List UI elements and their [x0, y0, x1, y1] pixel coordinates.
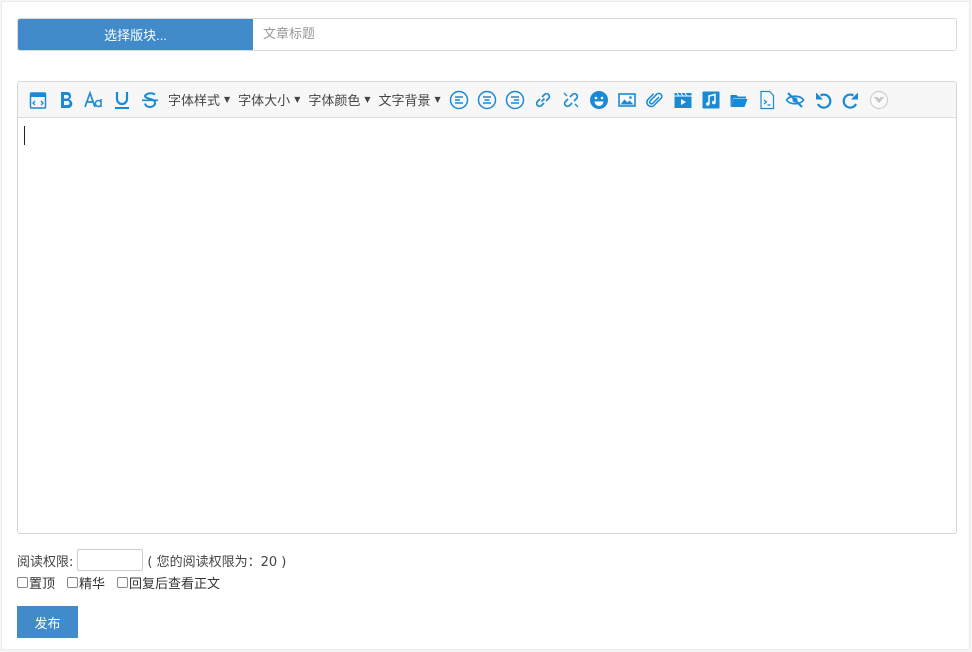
attachment-icon[interactable]	[641, 86, 669, 114]
text-background-dropdown[interactable]: 文字背景 ▼	[375, 86, 445, 114]
sticky-label: 置顶	[29, 576, 56, 592]
underline-icon[interactable]	[108, 86, 136, 114]
align-right-icon[interactable]	[501, 86, 529, 114]
align-center-icon[interactable]	[473, 86, 501, 114]
article-title-input[interactable]	[253, 19, 956, 50]
font-style-label: 字体样式	[168, 94, 221, 109]
redo-icon[interactable]	[837, 86, 865, 114]
hide-content-icon[interactable]	[781, 86, 809, 114]
read-permission-input[interactable]	[77, 549, 144, 571]
font-style-dropdown[interactable]: 字体样式 ▼	[164, 86, 234, 114]
reply-to-view-label: 回复后查看正文	[129, 576, 221, 592]
text-cursor	[24, 126, 25, 145]
page: 选择版块... 字体样式▼ 字体	[1, 1, 970, 650]
font-color-dropdown[interactable]: 字体颜色 ▼	[304, 86, 374, 114]
align-left-icon[interactable]	[445, 86, 473, 114]
fullscreen-icon[interactable]	[865, 86, 893, 114]
insert-image-icon[interactable]	[613, 86, 641, 114]
code-file-icon[interactable]	[753, 86, 781, 114]
text-background-label: 文字背景	[378, 94, 431, 109]
sticky-checkbox[interactable]	[17, 576, 28, 588]
unlink-icon[interactable]	[557, 86, 585, 114]
emoticon-icon[interactable]	[585, 86, 613, 114]
chevron-down-icon: ▼	[224, 95, 231, 104]
editor-content-area[interactable]	[18, 119, 956, 533]
font-size-label: 字体大小	[238, 94, 291, 109]
insert-music-icon[interactable]	[697, 86, 725, 114]
read-permission-label: 阅读权限:	[17, 554, 74, 570]
post-options: 置顶 精华 回复后查看正文	[17, 573, 232, 592]
folder-icon[interactable]	[725, 86, 753, 114]
reply-to-view-checkbox[interactable]	[117, 576, 129, 588]
chevron-down-icon: ▼	[364, 95, 371, 104]
rich-text-editor: 字体样式 ▼ 字体大小 ▼ 字体颜色 ▼ 文字背景 ▼	[17, 81, 957, 534]
featured-checkbox[interactable]	[67, 576, 79, 588]
strikethrough-icon[interactable]	[136, 86, 164, 114]
select-section-button[interactable]: 选择版块...	[18, 19, 253, 50]
featured-label: 精华	[79, 576, 106, 592]
bold-icon[interactable]	[52, 86, 80, 114]
font-color-label: 字体颜色	[308, 94, 361, 109]
option-featured[interactable]: 精华	[67, 573, 105, 592]
insert-video-icon[interactable]	[669, 86, 697, 114]
undo-icon[interactable]	[809, 86, 837, 114]
option-sticky[interactable]: 置顶	[17, 573, 55, 592]
source-code-icon[interactable]	[24, 86, 52, 114]
chevron-down-icon: ▼	[434, 95, 441, 104]
editor-toolbar: 字体样式 ▼ 字体大小 ▼ 字体颜色 ▼ 文字背景 ▼	[18, 82, 956, 118]
publish-button[interactable]: 发布	[17, 606, 78, 638]
option-reply-to-view[interactable]: 回复后查看正文	[117, 573, 220, 592]
font-face-icon[interactable]	[80, 86, 108, 114]
insert-link-icon[interactable]	[529, 86, 557, 114]
read-permission-note: ( 您的阅读权限为：20 )	[147, 554, 287, 570]
font-size-dropdown[interactable]: 字体大小 ▼	[234, 86, 304, 114]
read-permission-row: 阅读权限: ( 您的阅读权限为：20 )	[17, 549, 286, 571]
post-header: 选择版块...	[17, 18, 957, 51]
chevron-down-icon: ▼	[294, 95, 301, 104]
